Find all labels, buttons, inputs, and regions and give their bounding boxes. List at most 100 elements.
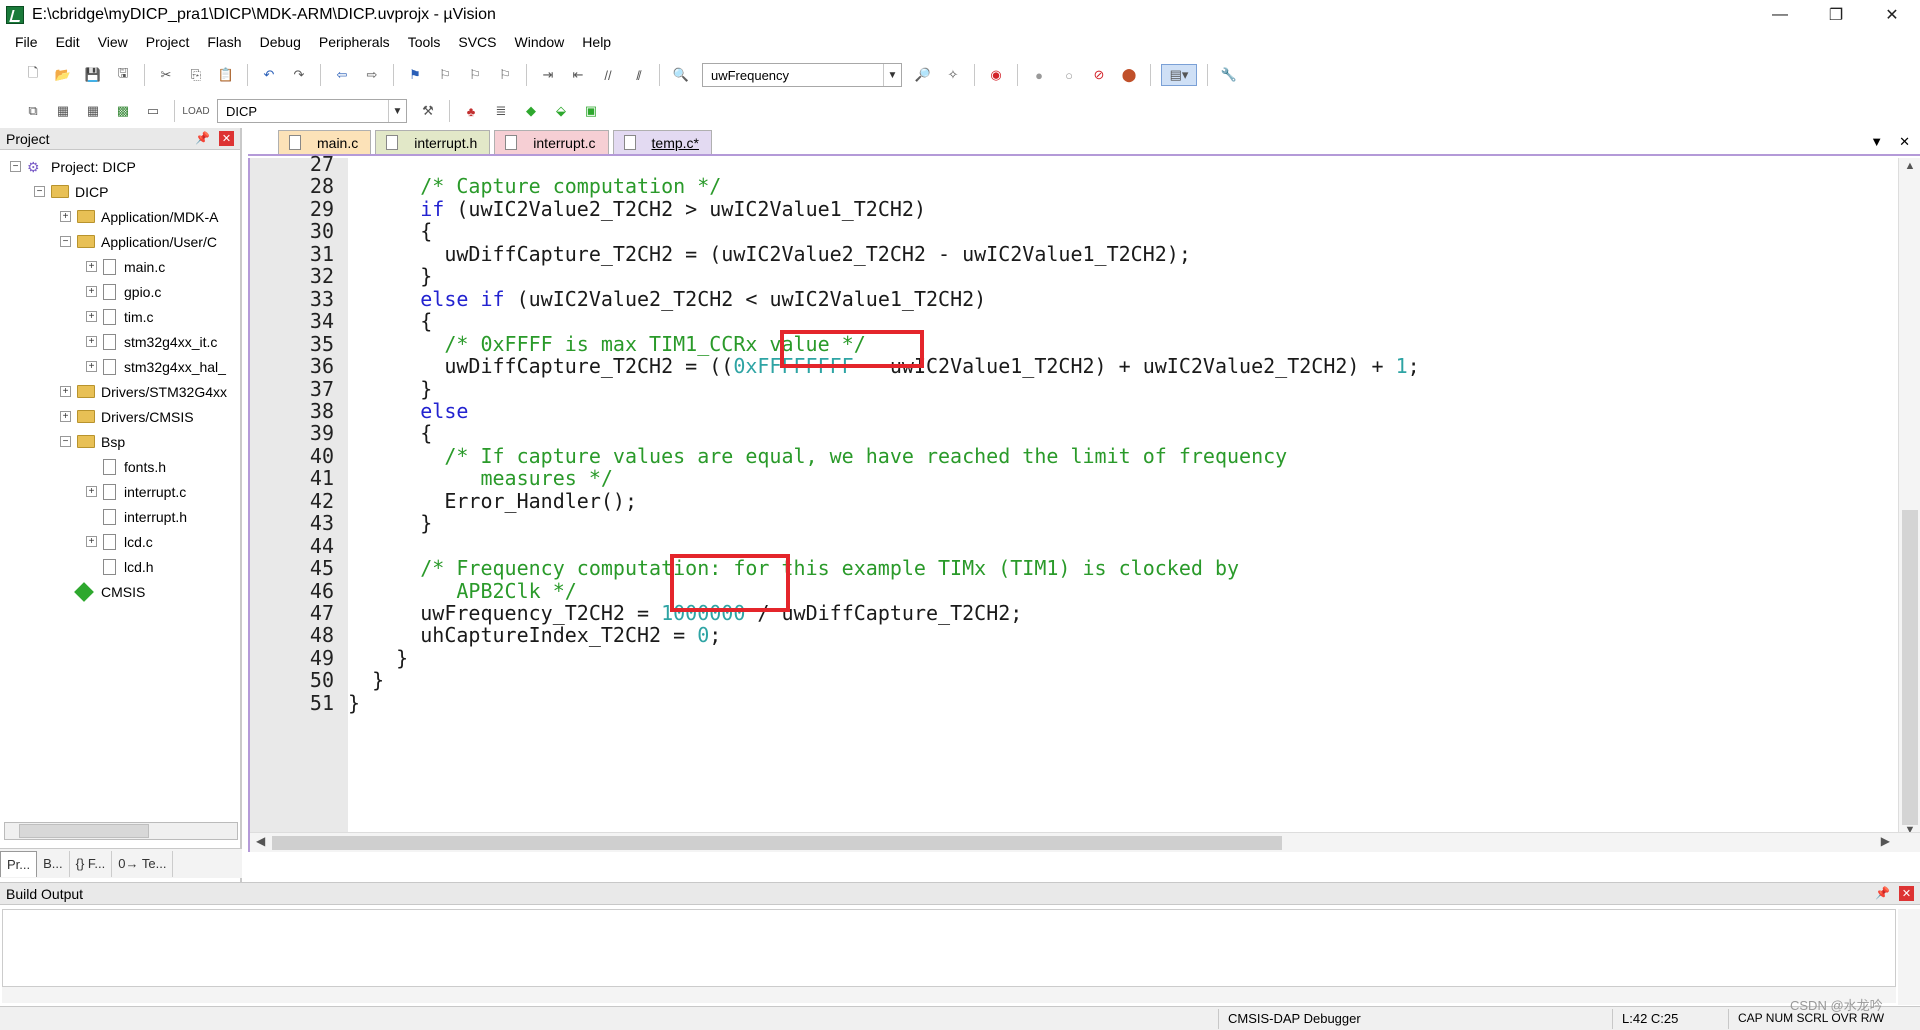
new-file-icon[interactable]: 🗋: [22, 64, 44, 86]
build-icon[interactable]: ▦: [52, 100, 74, 122]
kill-all-breakpoints-icon[interactable]: ⬤: [1118, 64, 1140, 86]
menu-flash[interactable]: Flash: [198, 34, 250, 50]
indent-icon[interactable]: ⇥: [537, 64, 559, 86]
editor-vertical-scrollbar[interactable]: ▲ ▼: [1898, 158, 1920, 842]
navigate-back-icon[interactable]: ⇦: [331, 64, 353, 86]
target-options-icon[interactable]: ⚒: [417, 100, 439, 122]
translate-icon[interactable]: ⧉: [22, 100, 44, 122]
scroll-up-icon[interactable]: ▲: [1899, 160, 1920, 176]
code-line[interactable]: 31 uwDiffCapture_T2CH2 = (uwIC2Value2_T2…: [310, 242, 1920, 265]
manage-project-items-icon[interactable]: ♣: [460, 100, 482, 122]
debug-session-icon[interactable]: ◉: [985, 64, 1007, 86]
code-line[interactable]: 44: [310, 534, 1920, 557]
tree-item[interactable]: + lcd.c: [0, 529, 240, 554]
tab-functions[interactable]: {} F...: [70, 850, 113, 877]
close-icon[interactable]: ✕: [219, 131, 234, 146]
close-icon[interactable]: ✕: [1899, 886, 1914, 901]
code-line[interactable]: 42 Error_Handler();: [310, 489, 1920, 512]
code-line[interactable]: 51}: [310, 691, 1920, 714]
code-line[interactable]: 29 if (uwIC2Value2_T2CH2 > uwIC2Value1_T…: [310, 197, 1920, 220]
expand-icon[interactable]: +: [86, 336, 97, 347]
tree-item[interactable]: interrupt.h: [0, 504, 240, 529]
expand-icon[interactable]: +: [60, 411, 71, 422]
tree-item[interactable]: + main.c: [0, 254, 240, 279]
next-bookmark-icon[interactable]: ⚐: [464, 64, 486, 86]
uncomment-icon[interactable]: /̸: [627, 64, 649, 86]
expand-icon[interactable]: +: [86, 261, 97, 272]
tree-item[interactable]: + tim.c: [0, 304, 240, 329]
menu-svcs[interactable]: SVCS: [449, 34, 505, 50]
code-line[interactable]: 27: [310, 153, 1920, 176]
code-line[interactable]: 50 }: [310, 669, 1920, 692]
code-line[interactable]: 28 /* Capture computation */: [310, 175, 1920, 198]
tab-project[interactable]: Pr...: [0, 850, 38, 877]
find-icon[interactable]: 🔎: [912, 64, 934, 86]
close-window-button[interactable]: ✕: [1864, 0, 1920, 30]
code-line[interactable]: 39 {: [310, 422, 1920, 445]
tree-item[interactable]: − Bsp: [0, 429, 240, 454]
tree-item[interactable]: + stm32g4xx_hal_: [0, 354, 240, 379]
scroll-right-icon[interactable]: ▶: [1881, 834, 1890, 848]
window-layout-icon[interactable]: ▤▾: [1161, 64, 1197, 86]
scrollbar-thumb[interactable]: [19, 824, 149, 838]
comment-icon[interactable]: //: [597, 64, 619, 86]
tree-item[interactable]: CMSIS: [0, 579, 240, 604]
save-all-icon[interactable]: 🖫: [112, 64, 134, 86]
tree-item[interactable]: + Drivers/STM32G4xx: [0, 379, 240, 404]
build-output-vertical-scrollbar[interactable]: [1898, 909, 1920, 1005]
undo-icon[interactable]: ↶: [258, 64, 280, 86]
tree-item[interactable]: + gpio.c: [0, 279, 240, 304]
select-packs-icon[interactable]: ⬙: [550, 100, 572, 122]
tree-item[interactable]: + stm32g4xx_it.c: [0, 329, 240, 354]
scroll-left-icon[interactable]: ◀: [256, 834, 265, 848]
tree-item[interactable]: − Application/User/C: [0, 229, 240, 254]
code-line[interactable]: 34 {: [310, 310, 1920, 333]
tab-main-c[interactable]: main.c: [278, 130, 372, 154]
editor-horizontal-scrollbar[interactable]: ◀ ▶: [250, 832, 1920, 852]
tree-item[interactable]: − DICP: [0, 179, 240, 204]
tree-item[interactable]: fonts.h: [0, 454, 240, 479]
chevron-down-icon[interactable]: ▼: [388, 100, 406, 122]
paste-icon[interactable]: 📋: [215, 64, 237, 86]
minimize-button[interactable]: —: [1752, 0, 1808, 30]
menu-file[interactable]: File: [6, 34, 47, 50]
code-line[interactable]: 37 }: [310, 377, 1920, 400]
tree-item[interactable]: − ⚙ Project: DICP: [0, 154, 240, 179]
scrollbar-thumb[interactable]: [272, 836, 1282, 850]
tab-list-dropdown-icon[interactable]: ▼: [1870, 134, 1883, 150]
cut-icon[interactable]: ✂: [155, 64, 177, 86]
tab-interrupt-c[interactable]: interrupt.c: [494, 130, 609, 154]
disable-breakpoint-icon[interactable]: ○: [1058, 64, 1080, 86]
code-line[interactable]: 32 }: [310, 265, 1920, 288]
chevron-down-icon[interactable]: ▼: [883, 64, 901, 86]
pin-icon[interactable]: 📌: [195, 131, 210, 145]
disable-all-breakpoints-icon[interactable]: ⊘: [1088, 64, 1110, 86]
expand-icon[interactable]: +: [86, 286, 97, 297]
project-horizontal-scrollbar[interactable]: [4, 822, 238, 840]
code-line[interactable]: 47 uwFrequency_T2CH2 = 1000000 / uwDiffC…: [310, 602, 1920, 625]
code-line[interactable]: 35 /* 0xFFFF is max TIM1_CCRx value */: [310, 332, 1920, 355]
menu-debug[interactable]: Debug: [251, 34, 310, 50]
menu-tools[interactable]: Tools: [399, 34, 450, 50]
expand-icon[interactable]: +: [86, 361, 97, 372]
menu-edit[interactable]: Edit: [47, 34, 89, 50]
tab-interrupt-h[interactable]: interrupt.h: [375, 130, 491, 154]
menu-project[interactable]: Project: [137, 34, 199, 50]
expand-icon[interactable]: +: [86, 486, 97, 497]
code-line[interactable]: 38 else: [310, 399, 1920, 422]
download-load-icon[interactable]: LOAD: [182, 100, 209, 122]
save-icon[interactable]: 💾: [82, 64, 104, 86]
stop-build-icon[interactable]: ▭: [142, 100, 164, 122]
code-line[interactable]: 43 }: [310, 512, 1920, 535]
code-line[interactable]: 41 measures */: [310, 467, 1920, 490]
menu-help[interactable]: Help: [573, 34, 620, 50]
code-line[interactable]: 45 /* Frequency computation: for this ex…: [310, 557, 1920, 580]
navigate-forward-icon[interactable]: ⇨: [361, 64, 383, 86]
rebuild-icon[interactable]: ▦: [82, 100, 104, 122]
code-line[interactable]: 30 {: [310, 220, 1920, 243]
prev-bookmark-icon[interactable]: ⚐: [434, 64, 456, 86]
code-line[interactable]: 33 else if (uwIC2Value2_T2CH2 < uwIC2Val…: [310, 287, 1920, 310]
bookmark-icon[interactable]: ⚑: [404, 64, 426, 86]
incremental-find-icon[interactable]: ✧: [942, 64, 964, 86]
pack-installer-icon[interactable]: ▣: [580, 100, 602, 122]
